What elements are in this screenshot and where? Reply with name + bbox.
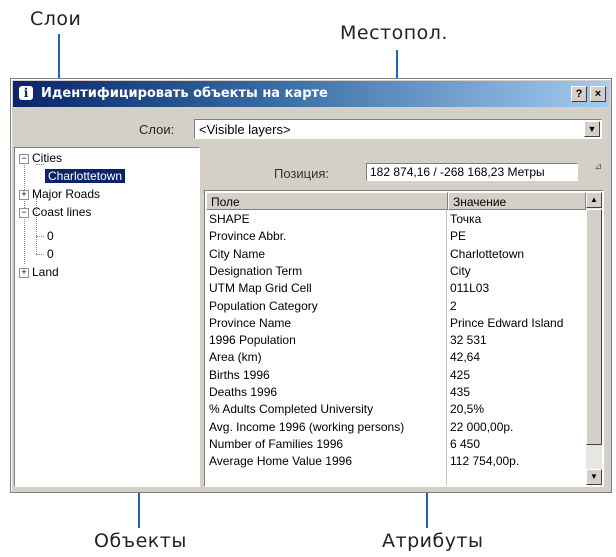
table-row[interactable]: UTM Map Grid Cell 011L03 — [206, 280, 586, 296]
cell-field: Population Category — [209, 298, 318, 313]
cell-value: Точка — [450, 212, 482, 226]
cell-value: 6 450 — [450, 436, 481, 451]
cell-field: Province Name — [209, 315, 292, 330]
cell-field: SHAPE — [209, 212, 250, 226]
tree-item-major-roads[interactable]: + Major Roads — [19, 186, 100, 202]
cell-field: City Name — [209, 246, 266, 261]
help-button[interactable]: ? — [571, 86, 587, 102]
cell-field: Number of Families 1996 — [209, 436, 344, 451]
table-row[interactable]: Population Category 2 — [206, 298, 586, 314]
position-label: Позиция: — [274, 166, 330, 181]
table-row[interactable]: 1996 Population 32 531 — [206, 332, 586, 348]
cell-field: Avg. Income 1996 (working persons) — [209, 419, 405, 434]
callout-objects: Объекты — [94, 530, 187, 552]
table-row[interactable]: Average Home Value 1996 112 754,00p. — [206, 453, 586, 469]
table-row[interactable]: Designation Term City — [206, 263, 586, 279]
identify-dialog: i Идентифицировать объекты на карте ? × … — [10, 78, 612, 493]
collapse-icon[interactable]: − — [19, 208, 29, 218]
table-row[interactable]: Number of Families 1996 6 450 — [206, 436, 586, 452]
table-row[interactable]: Avg. Income 1996 (working persons) 22 000… — [206, 419, 586, 435]
cell-field: Average Home Value 1996 — [209, 454, 352, 469]
cell-value: 425 — [450, 367, 471, 382]
scroll-thumb[interactable] — [586, 209, 602, 445]
table-row[interactable]: % Adults Completed University 20,5% — [206, 401, 586, 417]
cell-value: Charlottetown — [450, 246, 525, 261]
table-row[interactable]: SHAPE Точка — [206, 211, 586, 227]
tree-item-coast-child[interactable]: 0 — [47, 246, 54, 262]
column-header-value[interactable]: Значение — [448, 192, 586, 210]
layers-dropdown-value: <Visible layers> — [199, 122, 291, 137]
window-title: Идентифицировать объекты на карте — [41, 86, 328, 101]
tree-item-land[interactable]: + Land — [19, 264, 59, 280]
cell-value: PE — [450, 229, 467, 244]
cell-field: UTM Map Grid Cell — [209, 281, 312, 296]
cell-field: % Adults Completed University — [209, 402, 374, 417]
title-bar[interactable]: i Идентифицировать объекты на карте ? × — [13, 81, 609, 107]
table-row[interactable]: Province Abbr. PE — [206, 228, 586, 244]
tree-item-label: 0 — [47, 229, 54, 243]
layers-label: Слои: — [139, 122, 175, 137]
cell-value: Prince Edward Island — [450, 315, 564, 330]
close-button[interactable]: × — [590, 86, 606, 102]
table-row[interactable]: Area (km) 42,64 — [206, 349, 586, 365]
cell-field: Births 1996 — [209, 367, 270, 382]
attributes-panel: Позиция: 182 874,16 / -268 168,23 Метры … — [204, 153, 604, 487]
object-tree[interactable]: − Cities Charlottetown + Major Roads − Coas… — [14, 147, 200, 487]
info-icon: i — [19, 86, 33, 100]
cell-value: 011L03 — [450, 281, 490, 296]
scroll-up-icon[interactable]: ▲ — [586, 192, 602, 208]
cell-value: 2 — [450, 298, 457, 313]
tree-item-label: Major Roads — [32, 187, 101, 201]
position-value: 182 874,16 / -268 168,23 Метры — [366, 163, 578, 181]
cell-value: 32 531 — [450, 333, 487, 348]
expand-icon[interactable]: + — [19, 268, 29, 278]
tree-item-coast-lines[interactable]: − Coast lines — [19, 204, 91, 220]
tree-connector — [36, 236, 44, 237]
cell-value: 112 754,00p. — [450, 454, 520, 469]
table-row[interactable]: City Name Charlottetown — [206, 246, 586, 262]
cell-value: City — [450, 263, 471, 278]
cell-field: Designation Term — [209, 263, 303, 278]
column-header-field[interactable]: Поле — [206, 192, 448, 210]
cell-field: Province Abbr. — [209, 229, 287, 244]
collapse-icon[interactable]: − — [19, 154, 29, 164]
table-row[interactable]: Province Name Prince Edward Island — [206, 315, 586, 331]
cell-value: 42,64 — [450, 350, 481, 365]
cell-field: Deaths 1996 — [209, 385, 278, 399]
tree-connector — [36, 254, 44, 255]
tree-item-label: Land — [32, 265, 59, 279]
tree-item-label: 0 — [47, 247, 54, 261]
tree-item-cities[interactable]: − Cities — [19, 150, 62, 166]
cell-value: 22 000,00p. — [450, 419, 514, 434]
callout-position: Местопол. — [340, 22, 448, 44]
scroll-down-icon[interactable]: ▼ — [586, 469, 602, 485]
tree-item-label: Coast lines — [32, 205, 92, 219]
tree-item-label: Charlottetown — [45, 169, 126, 183]
vertical-scrollbar[interactable]: ▲ ▼ — [586, 192, 602, 485]
tree-item-charlottetown[interactable]: Charlottetown — [45, 168, 126, 184]
tree-item-label: Cities — [32, 151, 63, 165]
callout-layers: Слои — [30, 8, 82, 30]
attributes-table[interactable]: Поле Значение SHAPE Точка Province Abbr. PE… — [204, 190, 604, 487]
table-row[interactable]: Births 1996 425 — [206, 367, 586, 383]
cell-value: 20,5% — [450, 402, 485, 417]
tree-item-coast-child[interactable]: 0 — [47, 228, 54, 244]
cell-field: 1996 Population — [209, 333, 296, 348]
cell-value: 435 — [450, 385, 471, 399]
resize-grip-icon[interactable]: ⊿ — [594, 161, 602, 172]
cell-field: Area (km) — [209, 350, 262, 365]
callout-attributes: Атрибуты — [382, 530, 484, 552]
chevron-down-icon[interactable]: ▼ — [584, 121, 600, 137]
expand-icon[interactable]: + — [19, 190, 29, 200]
layers-dropdown[interactable]: <Visible layers> ▼ — [194, 119, 602, 139]
table-row[interactable]: Deaths 1996 435 — [206, 384, 586, 400]
